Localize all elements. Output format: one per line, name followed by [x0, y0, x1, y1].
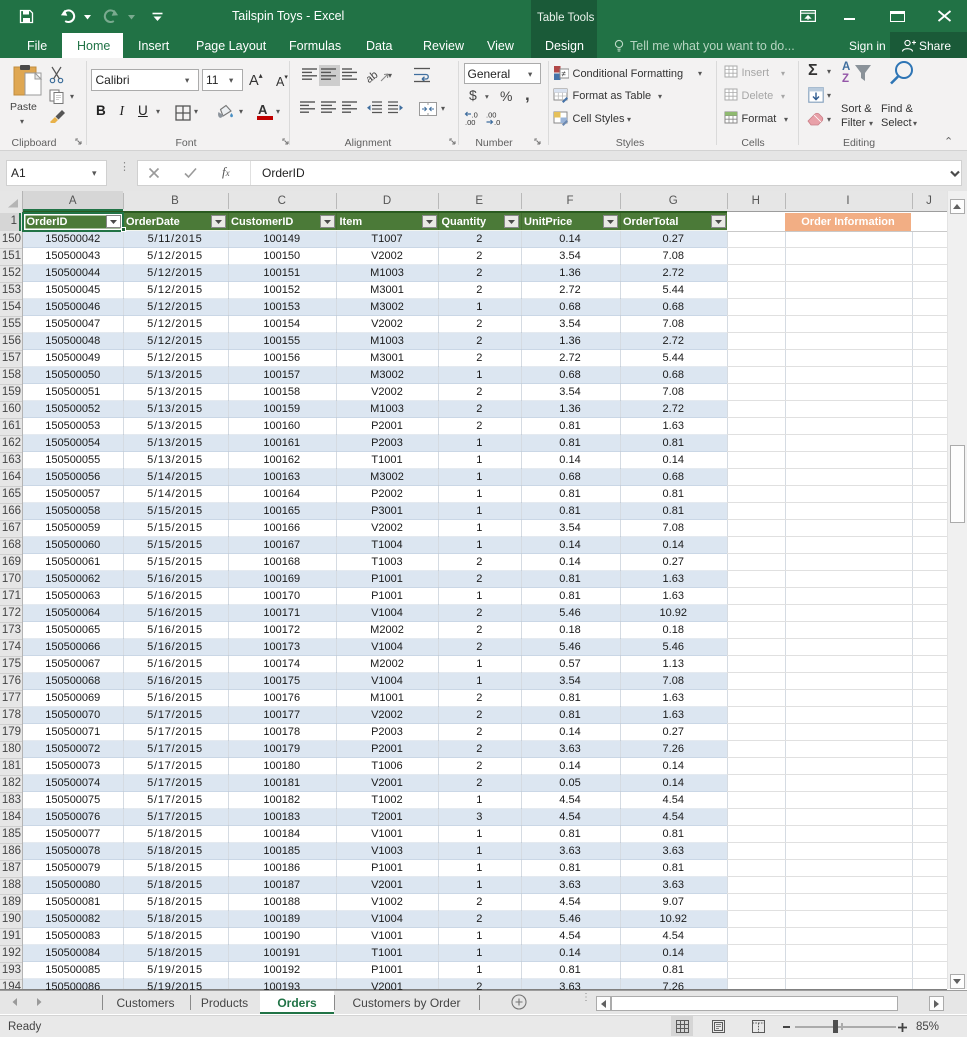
svg-text:.00: .00: [465, 118, 475, 126]
svg-text:.0: .0: [494, 118, 500, 126]
svg-text:ab: ab: [367, 69, 380, 85]
svg-text:≠: ≠: [562, 70, 567, 79]
